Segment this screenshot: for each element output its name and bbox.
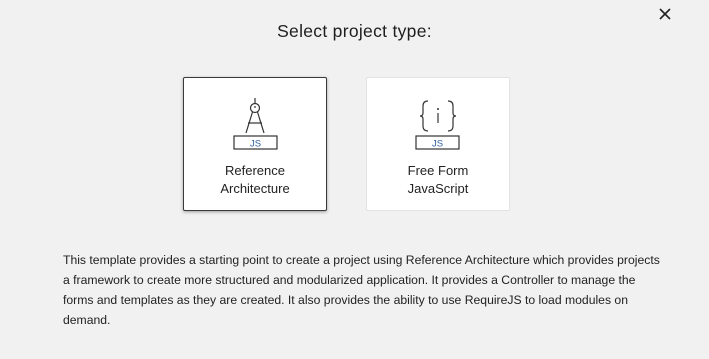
braces-info-icon: JS [415,100,460,150]
card-label-line2: Architecture [220,181,290,196]
card-label-line1: Reference [225,163,285,178]
js-badge-text: JS [250,139,261,150]
card-label-line1: Free Form [407,163,469,178]
compass-icon: JS [233,98,278,150]
free-form-javascript-card[interactable]: JS Free Form JavaScript [366,77,510,211]
card-label: Free Form JavaScript [367,162,509,198]
js-badge-text: JS [432,139,443,150]
card-label-line2: JavaScript [407,181,469,196]
card-label: Reference Architecture [184,162,326,198]
reference-architecture-card[interactable]: JS Reference Architecture [183,77,327,211]
template-description: This template provides a starting point … [63,253,660,327]
dialog-title: Select project type: [277,21,432,41]
